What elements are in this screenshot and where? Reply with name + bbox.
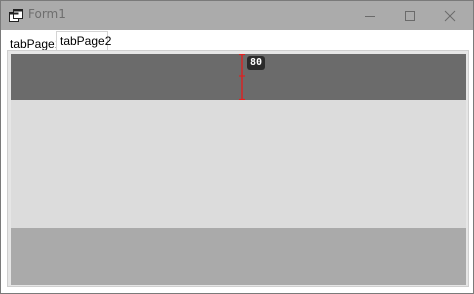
tab-label: tabPage2 [60,34,112,48]
form-app-icon [9,9,23,22]
close-button[interactable] [427,1,473,30]
window-title: Form1 [28,7,66,21]
tab-page-content: 80 [7,50,469,287]
bottom-panel[interactable] [11,228,466,285]
close-icon [444,10,456,22]
middle-panel[interactable] [11,100,466,228]
tab-label: tabPage1 [10,37,62,51]
form1-window: Form1 tabPage1 tabPage2 80 [0,0,474,294]
tab-tabpage2[interactable]: tabPage2 [56,31,112,51]
title-bar[interactable]: Form1 [1,1,473,30]
resize-handle[interactable] [238,54,246,100]
form-client-area: tabPage1 tabPage2 80 [1,30,473,293]
minimize-icon [365,16,375,17]
maximize-icon [405,11,415,21]
height-readout-badge: 80 [247,56,265,70]
